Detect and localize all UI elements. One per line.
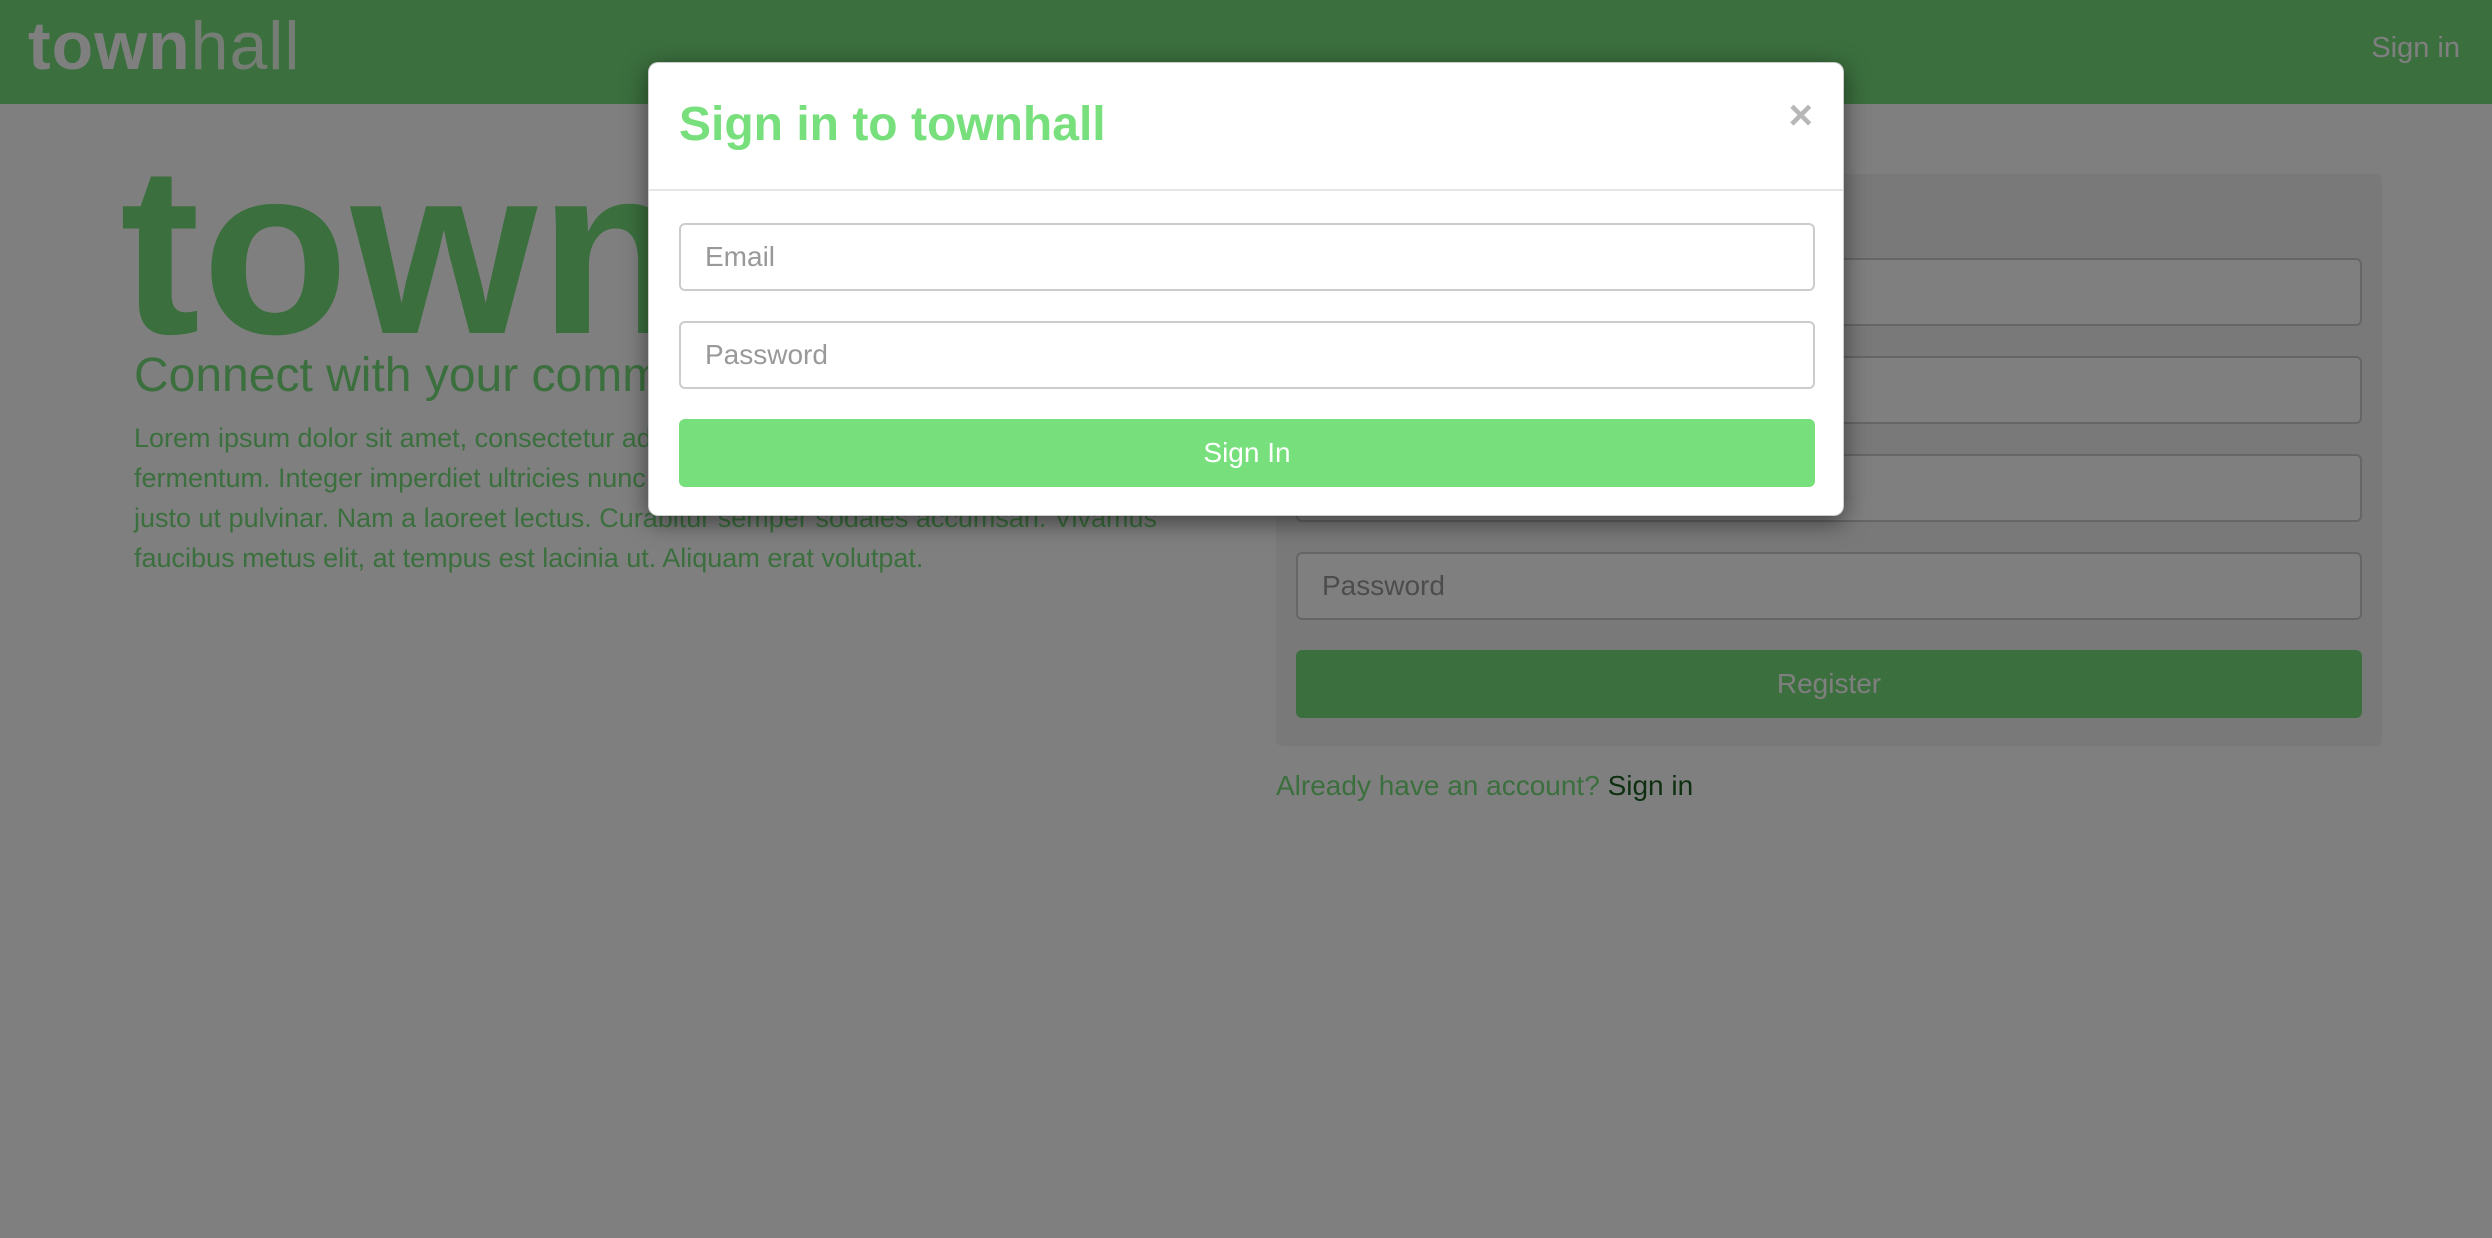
signin-button[interactable]: Sign In <box>679 419 1815 487</box>
close-icon[interactable]: × <box>1788 85 1813 145</box>
modal-title: Sign in to townhall <box>679 98 1106 151</box>
password-field[interactable] <box>679 321 1815 389</box>
email-field[interactable] <box>679 223 1815 291</box>
modal-header: Sign in to townhall × <box>649 63 1843 191</box>
signin-modal: Sign in to townhall × Sign In <box>648 62 1844 516</box>
